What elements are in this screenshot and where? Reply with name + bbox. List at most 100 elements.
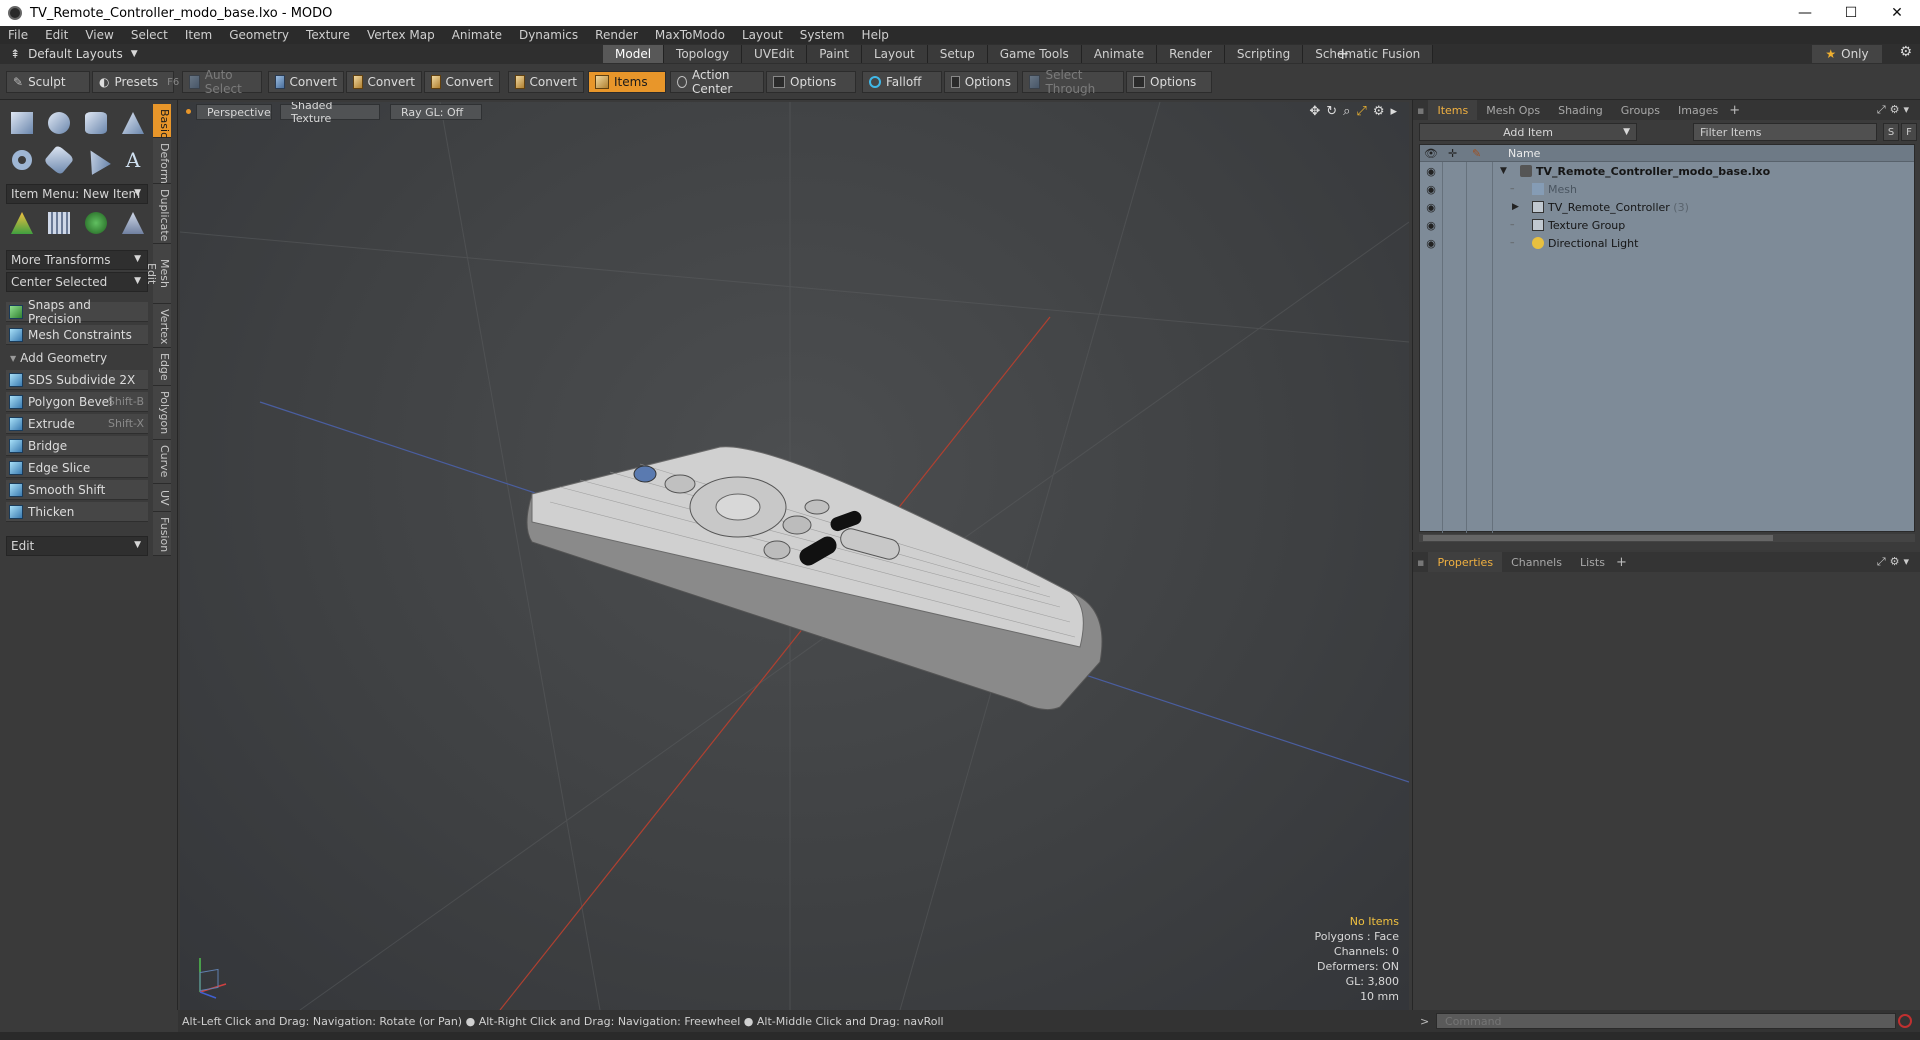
tab-groups[interactable]: Groups [1612, 100, 1669, 120]
panel-grip-icon[interactable]: ▪ [1413, 100, 1428, 120]
gear-icon[interactable]: ⚙ [1899, 44, 1912, 60]
globe-tool-icon[interactable] [80, 208, 112, 238]
scrollbar-thumb[interactable] [1423, 535, 1773, 541]
side-tab-fusion[interactable]: Fusion [153, 512, 171, 556]
side-tab-mesh-edit[interactable]: Mesh Edit [145, 244, 171, 304]
maximize-button[interactable]: ☐ [1828, 0, 1874, 26]
snaps-precision-button[interactable]: Snaps and Precision [6, 298, 148, 326]
menu-texture[interactable]: Texture [306, 28, 350, 42]
filter-f-button[interactable]: F [1901, 123, 1917, 141]
tab-channels[interactable]: Channels [1502, 552, 1571, 572]
tab-uvedit[interactable]: UVEdit [742, 45, 808, 63]
transform-tool-icon[interactable] [6, 208, 38, 238]
menu-file[interactable]: File [8, 28, 28, 42]
expand-arrow-icon[interactable]: ▼ [1500, 166, 1507, 176]
tab-game-tools[interactable]: Game Tools [987, 45, 1082, 63]
action-center-button[interactable]: Action Center [670, 68, 764, 96]
viewport-gear-icon[interactable]: ⚙ [1373, 104, 1385, 119]
capsule-primitive-icon[interactable] [43, 144, 75, 176]
zoom-icon[interactable]: ⌕ [1343, 104, 1350, 119]
side-tab-deform[interactable]: Deform [153, 138, 171, 184]
menu-view[interactable]: View [85, 28, 113, 42]
tree-row-directional-light[interactable]: ◉ – Directional Light [1420, 234, 1914, 252]
menu-vertex-map[interactable]: Vertex Map [367, 28, 435, 42]
menu-edit[interactable]: Edit [45, 28, 68, 42]
edge-slice-button[interactable]: Edge Slice [6, 458, 148, 478]
default-layouts-dropdown[interactable]: ⇞ Default Layouts ▼ [10, 47, 138, 61]
menu-dynamics[interactable]: Dynamics [519, 28, 578, 42]
side-tab-basic[interactable]: Basic [153, 104, 171, 138]
tab-mesh-ops[interactable]: Mesh Ops [1477, 100, 1549, 120]
text-tool-icon[interactable]: A [117, 145, 149, 175]
side-tab-edge[interactable]: Edge [153, 348, 171, 386]
record-macro-icon[interactable] [1898, 1014, 1912, 1028]
pen-tool-icon[interactable] [80, 145, 112, 175]
sculpt-button[interactable]: ✎ Sculpt [6, 71, 90, 93]
tab-images[interactable]: Images [1669, 100, 1727, 120]
tab-layout[interactable]: Layout [861, 45, 928, 63]
tab-topology[interactable]: Topology [664, 45, 743, 63]
convert-edges-button[interactable]: Convert [346, 71, 422, 93]
tree-horizontal-scrollbar[interactable] [1419, 534, 1915, 542]
pan-icon[interactable]: ✥ [1309, 104, 1320, 119]
visibility-eye-icon[interactable]: ◉ [1424, 201, 1438, 214]
tab-lists[interactable]: Lists [1571, 552, 1614, 572]
menu-layout[interactable]: Layout [742, 28, 783, 42]
tree-row-scene[interactable]: ◉ ▼ TV_Remote_Controller_modo_base.lxo [1420, 162, 1914, 180]
filter-s-button[interactable]: S [1883, 123, 1899, 141]
tab-paint[interactable]: Paint [807, 45, 862, 63]
tab-items[interactable]: Items [1428, 100, 1478, 120]
add-panel-tab-icon[interactable]: + [1729, 103, 1740, 118]
visibility-eye-icon[interactable]: ◉ [1424, 183, 1438, 196]
raygl-button[interactable]: Ray GL: Off [390, 104, 482, 120]
cylinder-primitive-icon[interactable] [80, 108, 112, 138]
sds-subdivide-button[interactable]: SDS Subdivide 2X [6, 370, 148, 390]
tv-remote-model[interactable] [526, 446, 1103, 711]
menu-animate[interactable]: Animate [452, 28, 502, 42]
side-tab-vertex[interactable]: Vertex [153, 304, 171, 348]
sphere-primitive-icon[interactable] [43, 108, 75, 138]
cube-primitive-icon[interactable] [6, 108, 38, 138]
menu-system[interactable]: System [800, 28, 845, 42]
rotate-icon[interactable]: ↻ [1326, 104, 1337, 119]
falloff-button[interactable]: Falloff [862, 71, 942, 93]
tree-row-tv-remote[interactable]: ◉ ▶ TV_Remote_Controller (3) [1420, 198, 1914, 216]
action-options-button[interactable]: Options [766, 71, 856, 93]
visibility-eye-icon[interactable]: ◉ [1424, 165, 1438, 178]
convert-materials-button[interactable]: Convert [508, 71, 584, 93]
side-tab-curve[interactable]: Curve [153, 440, 171, 484]
items-mode-button[interactable]: Items [588, 71, 666, 93]
shading-mode-button[interactable]: Shaded Texture [280, 102, 380, 125]
more-transforms-dropdown[interactable]: More Transforms ▼ [6, 250, 148, 270]
tab-render[interactable]: Render [1157, 45, 1225, 63]
tree-row-texture-group[interactable]: ◉ – Texture Group [1420, 216, 1914, 234]
grid-tool-icon[interactable] [43, 208, 75, 238]
polygon-bevel-button[interactable]: Polygon Bevel Shift-B [6, 392, 148, 412]
center-selected-dropdown[interactable]: Center Selected ▼ [6, 272, 148, 292]
select-through-button[interactable]: Select Through [1022, 68, 1124, 96]
tab-shading[interactable]: Shading [1549, 100, 1612, 120]
tree-row-mesh[interactable]: ◉ – Mesh [1420, 180, 1914, 198]
close-button[interactable]: ✕ [1874, 0, 1920, 26]
convert-polygons-button[interactable]: Convert [424, 71, 500, 93]
mesh-constraints-button[interactable]: Mesh Constraints [6, 325, 148, 345]
filter-items-input[interactable]: Filter Items [1693, 123, 1877, 141]
presets-button[interactable]: ◐ Presets F6 [92, 71, 179, 93]
minimize-button[interactable]: — [1782, 0, 1828, 26]
tab-setup[interactable]: Setup [927, 45, 988, 63]
fit-icon[interactable]: ⤢ [1356, 104, 1366, 119]
panel-options-icons[interactable]: ⤢⚙▾ [1877, 555, 1913, 569]
expand-arrow-icon[interactable]: ▶ [1512, 202, 1519, 212]
side-tab-duplicate[interactable]: Duplicate [153, 184, 171, 244]
panel-options-icons[interactable]: ⤢⚙▾ [1877, 103, 1913, 117]
menu-item[interactable]: Item [185, 28, 212, 42]
command-history-icon[interactable]: > [1420, 1015, 1429, 1028]
only-button[interactable]: ★ Only [1812, 45, 1882, 63]
side-tab-polygon[interactable]: Polygon [153, 386, 171, 440]
view-mode-button[interactable]: Perspective [196, 104, 272, 120]
thicken-button[interactable]: Thicken [6, 502, 148, 522]
menu-maxtomodo[interactable]: MaxToModo [655, 28, 725, 42]
add-item-dropdown[interactable]: Add Item ▼ [1419, 123, 1637, 141]
tab-schematic-fusion[interactable]: Schematic Fusion [1303, 45, 1434, 63]
cone-primitive-icon[interactable] [117, 108, 149, 138]
